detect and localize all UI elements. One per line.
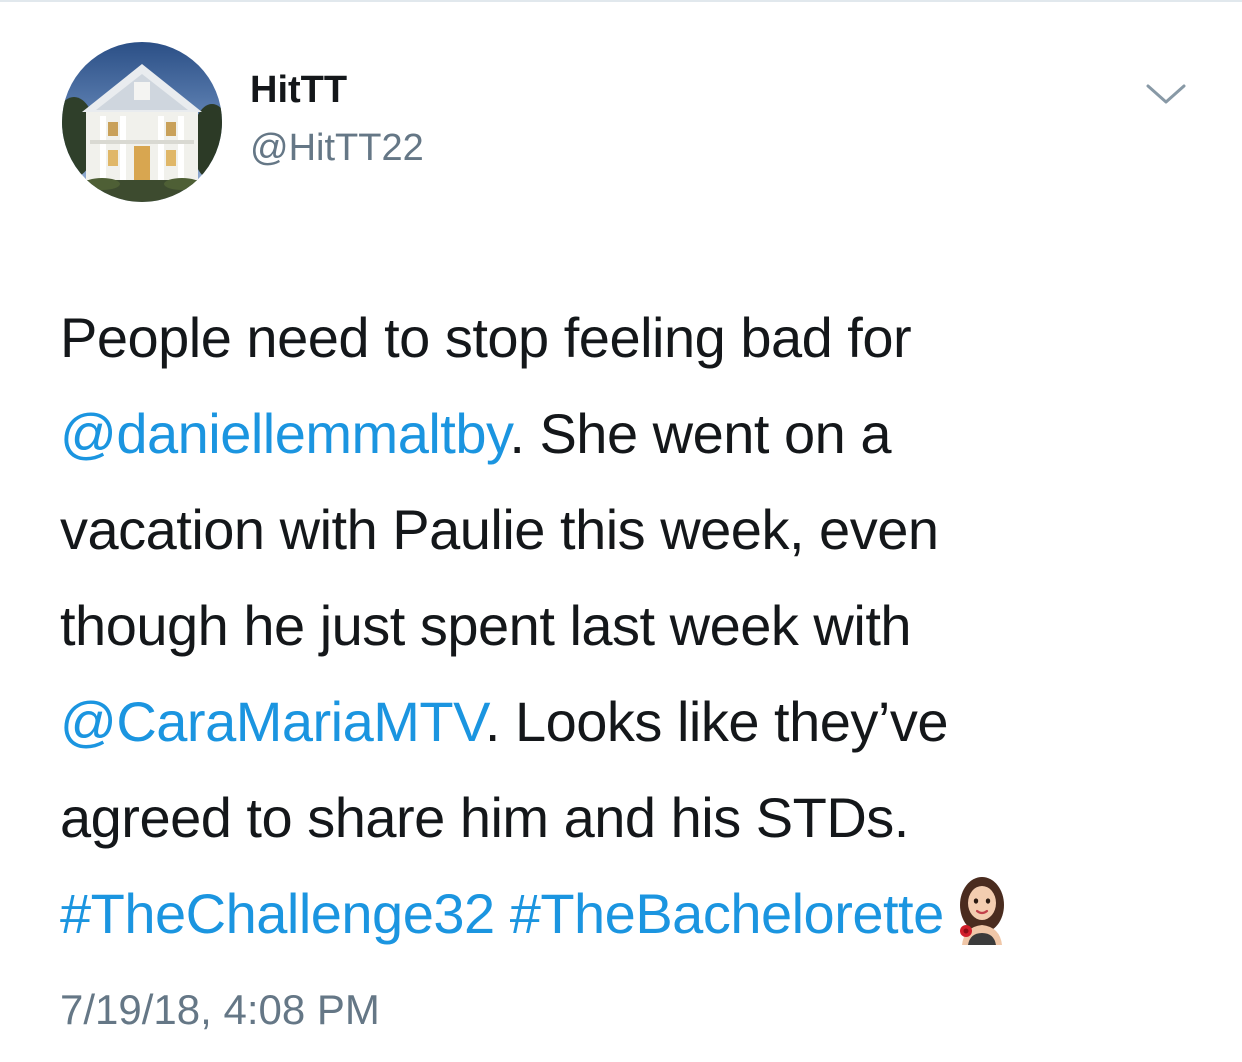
tweet-timestamp[interactable]: 7/19/18, 4:08 PM [60,984,380,1036]
tweet-line: #TheChallenge32 #TheBachelorette [60,866,1200,962]
bachelorette-hashflag-icon [954,875,1010,945]
tweet-text-fragment: . Looks like they’ve [484,690,949,753]
tweet-line: though he just spent last week with [60,594,912,657]
mention-link[interactable]: @daniellemmaltby [60,402,510,465]
tweet-line: People need to stop feeling bad for [60,306,912,369]
hashtag-link[interactable]: #TheChallenge32 [60,882,495,945]
mansion-avatar-photo [62,42,222,202]
user-handle[interactable]: @HitTT22 [250,126,424,170]
tweet-line: @daniellemmaltby. She went on a [60,386,1200,482]
display-name[interactable]: HitTT [250,68,347,112]
chevron-down-icon[interactable] [1142,80,1190,110]
mention-link[interactable]: @CaraMariaMTV [60,690,485,753]
tweet-text-fragment: . She went on a [509,402,891,465]
hashtag-link[interactable]: #TheBachelorette [510,882,945,945]
top-divider [0,0,1242,2]
tweet-line: @CaraMariaMTV. Looks like they’ve [60,674,1200,770]
tweet-text: People need to stop feeling bad for @dan… [60,290,1200,962]
tweet-line: agreed to share him and his STDs. [60,786,909,849]
avatar[interactable] [62,42,222,202]
tweet-line: vacation with Paulie this week, even [60,498,939,561]
